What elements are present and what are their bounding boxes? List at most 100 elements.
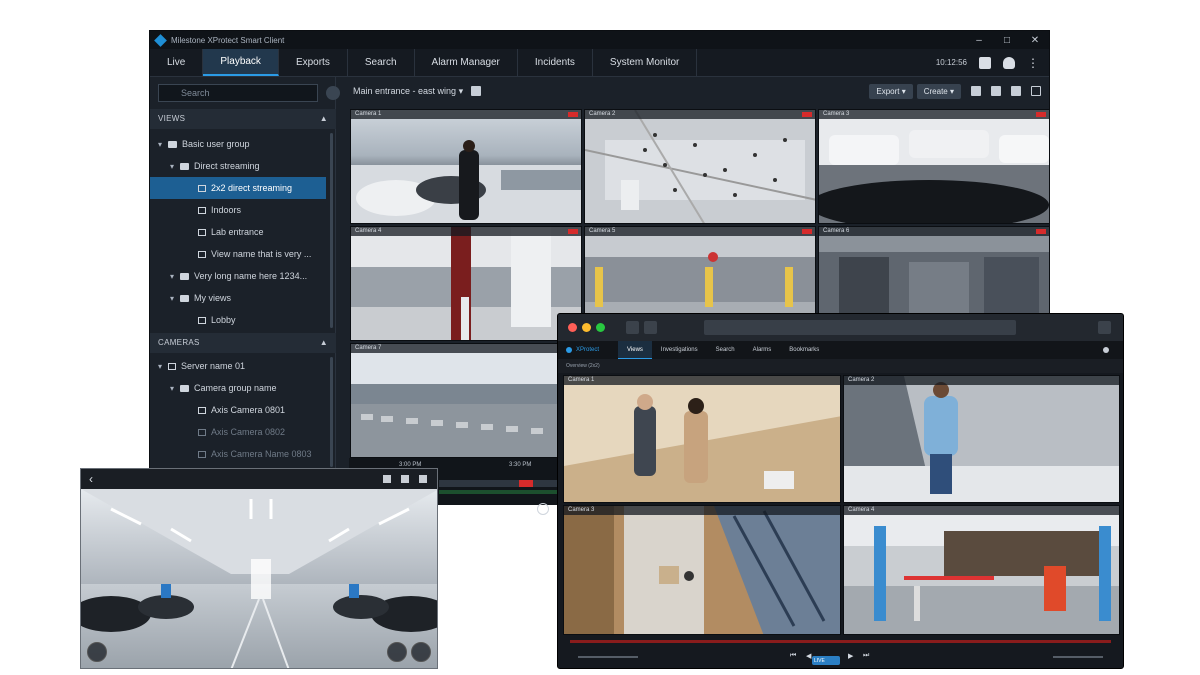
tablet-title-bar: ‹ (81, 469, 437, 489)
volume-icon[interactable] (419, 475, 427, 483)
tree-item-lobby[interactable]: Lobby (198, 309, 236, 331)
cameras-section-header[interactable]: CAMERAS ▲ (150, 333, 336, 353)
reports-icon[interactable] (979, 56, 991, 69)
view-grid-icon (198, 229, 206, 237)
document-icon[interactable] (991, 86, 1001, 96)
tab-system-monitor[interactable]: System Monitor (593, 49, 698, 76)
volume-slider[interactable] (1053, 656, 1103, 658)
web-camera-tile-2[interactable]: Camera 2 (843, 375, 1120, 503)
browser-back-button[interactable] (626, 321, 639, 334)
chevron-up-icon[interactable]: ▲ (320, 109, 328, 129)
audio-button[interactable] (411, 642, 431, 662)
close-icon[interactable]: ✕ (1021, 35, 1049, 46)
web-camera-tile-1[interactable]: Camera 1 (563, 375, 841, 503)
skip-back-icon[interactable]: ⏮ (790, 652, 796, 660)
search-input[interactable]: Search (158, 84, 318, 102)
minimize-icon[interactable]: – (965, 35, 993, 46)
close-window-button[interactable] (568, 323, 577, 332)
step-back-icon[interactable]: ◀ (806, 652, 811, 660)
recording-indicator (568, 229, 578, 234)
tree-item-camera-group-name[interactable]: ▾ Camera group name (170, 377, 277, 399)
fullscreen-icon[interactable] (1031, 86, 1041, 96)
tree-item-axis-camera-0802[interactable]: Axis Camera 0802 (198, 421, 285, 443)
view-selector[interactable]: Main entrance - east wing ▾ (353, 86, 463, 97)
tab-live[interactable]: Live (150, 49, 204, 76)
address-bar[interactable] (704, 320, 1016, 335)
chevron-down-icon[interactable]: ▾ (170, 266, 180, 288)
step-forward-icon[interactable]: ▶ (848, 652, 853, 660)
title-bar: Milestone XProtect Smart Client – □ ✕ (150, 31, 1049, 49)
chevron-up-icon[interactable]: ▲ (320, 333, 328, 353)
tree-item-my-views[interactable]: ▾ My views (170, 287, 231, 309)
camera-tile-1[interactable]: Camera 1 (350, 109, 582, 224)
camera-tile-3[interactable]: Camera 3 (818, 109, 1049, 224)
chevron-down-icon[interactable]: ▾ (170, 288, 180, 310)
chevron-down-icon[interactable]: ▾ (170, 378, 180, 400)
camera-tile-7[interactable]: Camera 7 (350, 343, 582, 458)
more-options-icon[interactable]: ⋮ (1027, 56, 1039, 70)
speed-slider[interactable] (578, 656, 638, 658)
back-icon[interactable]: ‹ (89, 472, 93, 486)
web-camera-tile-3[interactable]: Camera 3 (563, 505, 841, 635)
tree-item-very-long-name[interactable]: ▾ Very long name here 1234... (170, 265, 307, 287)
tree-label: 2x2 direct streaming (211, 183, 293, 193)
view-settings-icon[interactable] (471, 86, 482, 96)
browser-menu-button[interactable] (1098, 321, 1111, 334)
tab-bookmarks[interactable]: Bookmarks (780, 341, 828, 359)
minimize-window-button[interactable] (582, 323, 591, 332)
tab-views[interactable]: Views (618, 341, 652, 359)
snapshot-button[interactable] (87, 642, 107, 662)
web-camera-tile-4[interactable]: Camera 4 (843, 505, 1120, 635)
layout-icon[interactable] (1011, 86, 1021, 96)
history-icon[interactable] (537, 503, 549, 515)
cameras-scrollbar[interactable] (330, 357, 333, 467)
browser-forward-button[interactable] (644, 321, 657, 334)
web-timeline[interactable] (570, 640, 1111, 643)
zoom-window-button[interactable] (596, 323, 605, 332)
tree-item-2x2-direct-streaming[interactable]: 2x2 direct streaming (150, 177, 326, 199)
tab-investigations[interactable]: Investigations (652, 341, 707, 359)
camera-label: Camera 6 (819, 227, 1049, 236)
export-button[interactable]: Export ▾ (869, 83, 913, 99)
user-icon[interactable] (1103, 347, 1109, 353)
clock: 10:12:56 (935, 58, 967, 67)
tab-search[interactable]: Search (707, 341, 744, 359)
views-scrollbar[interactable] (330, 133, 333, 328)
maximize-icon[interactable]: □ (993, 35, 1021, 46)
camera-label: Camera 3 (564, 506, 840, 515)
tab-playback[interactable]: Playback (203, 49, 279, 76)
camera-tile-4[interactable]: Camera 4 (350, 226, 582, 341)
tree-item-direct-streaming[interactable]: ▾ Direct streaming (170, 155, 328, 177)
mic-icon[interactable] (383, 475, 391, 483)
tree-item-axis-camera-0801[interactable]: Axis Camera 0801 (198, 399, 285, 421)
camera-tile-2[interactable]: Camera 2 (584, 109, 816, 224)
tree-item-axis-camera-0803[interactable]: Axis Camera Name 0803 (198, 443, 312, 465)
tab-alarms[interactable]: Alarms (744, 341, 781, 359)
tab-search[interactable]: Search (348, 49, 415, 76)
timeline-track[interactable] (439, 480, 559, 487)
user-icon[interactable] (1003, 56, 1015, 69)
chevron-down-icon[interactable]: ▾ (158, 356, 168, 378)
chevron-down-icon[interactable]: ▾ (158, 134, 168, 156)
filter-button[interactable] (326, 86, 340, 100)
tree-item-view-name-long[interactable]: View name that is very ... (198, 243, 311, 265)
tab-exports[interactable]: Exports (279, 49, 348, 76)
tab-incidents[interactable]: Incidents (518, 49, 593, 76)
skip-forward-icon[interactable]: ⏭ (863, 652, 869, 660)
chevron-down-icon[interactable]: ▾ (170, 156, 180, 178)
speaker-icon[interactable] (401, 475, 409, 483)
folder-icon (168, 141, 177, 149)
tree-item-indoors[interactable]: Indoors (198, 199, 241, 221)
tree-item-lab-entrance[interactable]: Lab entrance (198, 221, 264, 243)
create-button[interactable]: Create ▾ (916, 83, 961, 99)
views-section-header[interactable]: VIEWS ▲ (150, 109, 336, 129)
tab-alarm-manager[interactable]: Alarm Manager (415, 49, 518, 76)
tree-item-server-name-01[interactable]: ▾ Server name 01 (158, 355, 245, 377)
web-camera-3-scene (564, 506, 840, 634)
web-playback-controls: ⏮ ◀ ▶ ⏭ LIVE (558, 638, 1123, 668)
tree-label: Axis Camera 0801 (211, 405, 286, 415)
tablet-camera-view[interactable] (81, 489, 437, 668)
filter-icon[interactable] (971, 86, 981, 96)
mic-button[interactable] (387, 642, 407, 662)
tree-item-basic-user-group[interactable]: ▾ Basic user group (158, 133, 328, 155)
